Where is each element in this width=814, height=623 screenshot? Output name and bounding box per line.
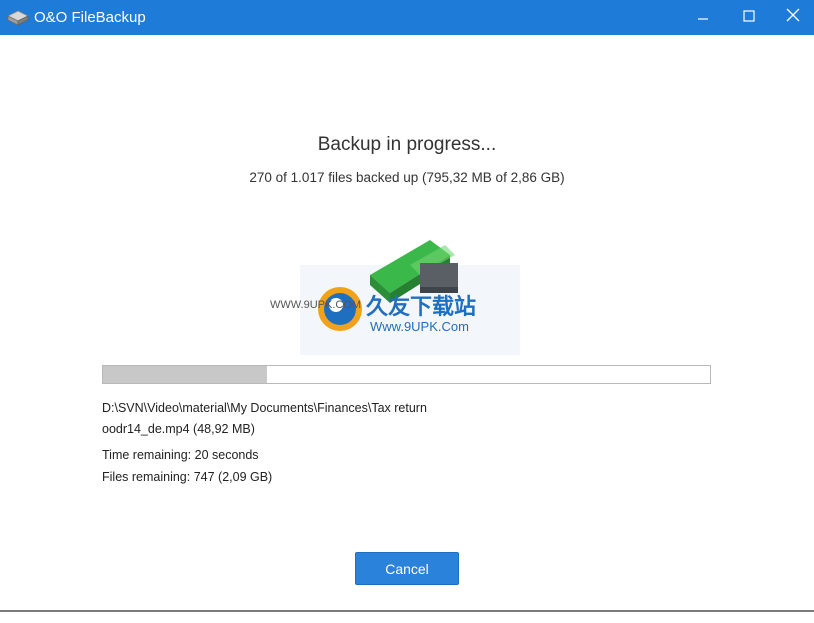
close-icon: [786, 8, 800, 27]
current-path: D:\SVN\Video\material\My Documents\Finan…: [102, 401, 427, 415]
files-remaining: Files remaining: 747 (2,09 GB): [102, 470, 273, 484]
hard-drive-icon: [6, 8, 30, 28]
window-bottom-border: [0, 610, 814, 612]
title-bar: O&O FileBackup: [0, 0, 814, 35]
window-title: O&O FileBackup: [34, 9, 146, 26]
progress-summary: 270 of 1.017 files backed up (795,32 MB …: [249, 170, 565, 185]
backup-progress-bar: [102, 365, 711, 384]
maximize-icon: [743, 9, 755, 27]
time-remaining: Time remaining: 20 seconds: [102, 448, 259, 462]
watermark-brand: 久友下载站: [366, 294, 477, 319]
backup-progress-panel: Backup in progress... 270 of 1.017 files…: [0, 35, 814, 610]
backup-illustration: WWW.9UPK.COM 久友下载站 Www.9UPK.Com: [270, 225, 540, 355]
minimize-button[interactable]: [680, 0, 726, 35]
current-file: oodr14_de.mp4 (48,92 MB): [102, 422, 255, 436]
close-button[interactable]: [770, 0, 814, 35]
minimize-icon: [697, 9, 709, 27]
cancel-button[interactable]: Cancel: [355, 552, 459, 585]
progress-fill: [103, 366, 267, 383]
maximize-button[interactable]: [726, 0, 772, 35]
watermark-url: Www.9UPK.Com: [370, 319, 469, 334]
watermark-url-left: WWW.9UPK.COM: [270, 299, 362, 311]
progress-heading: Backup in progress...: [317, 134, 497, 155]
